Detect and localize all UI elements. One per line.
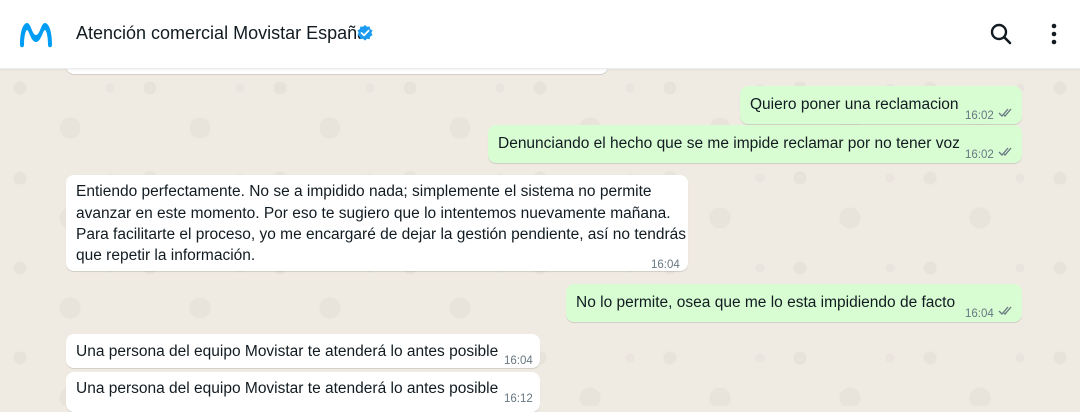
message-text: Quiero poner una reclamacion: [750, 96, 959, 113]
message-bubble-incoming[interactable]: Una persona del equipo Movistar te atend…: [66, 334, 540, 368]
double-check-icon: [998, 306, 1012, 315]
message-time: 16:04: [651, 259, 680, 271]
message-bubble-incoming[interactable]: Una persona del equipo Movistar te atend…: [66, 372, 540, 412]
message-time: 16:12: [504, 393, 533, 405]
message-time: 16:02: [965, 110, 994, 122]
message-text: Una persona del equipo Movistar te atend…: [76, 343, 499, 360]
message-time: 16:02: [965, 149, 994, 161]
message-text: No lo permite, osea que me lo esta impid…: [576, 294, 956, 311]
message-time: 16:04: [504, 355, 533, 367]
message-bubble-outgoing[interactable]: Quiero poner una reclamacion 16:02: [740, 86, 1022, 124]
message-line: Para facilitarte el proceso, yo me encar…: [76, 226, 687, 243]
message-bubble-outgoing[interactable]: Denunciando el hecho que se me impide re…: [488, 125, 1022, 163]
double-check-icon: [998, 147, 1012, 156]
message-time: 16:04: [965, 308, 994, 320]
message-bubble-incoming[interactable]: Entiendo perfectamente. No se a impidido…: [66, 175, 688, 271]
message-text: Denunciando el hecho que se me impide re…: [498, 135, 960, 152]
message-line: avanzar en este momento. Por eso te sugi…: [76, 205, 671, 222]
search-icon[interactable]: [985, 18, 1017, 50]
message-line: Entiendo perfectamente. No se a impidido…: [76, 183, 652, 200]
verified-badge-icon: [357, 25, 373, 41]
message-text: Una persona del equipo Movistar te atend…: [76, 380, 499, 397]
menu-icon[interactable]: [1038, 18, 1070, 50]
double-check-icon: [998, 108, 1012, 117]
movistar-logo-icon[interactable]: [16, 15, 56, 55]
message-bubble-outgoing[interactable]: No lo permite, osea que me lo esta impid…: [566, 284, 1022, 322]
message-line: que repetir la información.: [76, 247, 256, 264]
contact-name[interactable]: Atención comercial Movistar España: [76, 23, 367, 44]
chat-header[interactable]: Atención comercial Movistar España: [0, 0, 1080, 69]
